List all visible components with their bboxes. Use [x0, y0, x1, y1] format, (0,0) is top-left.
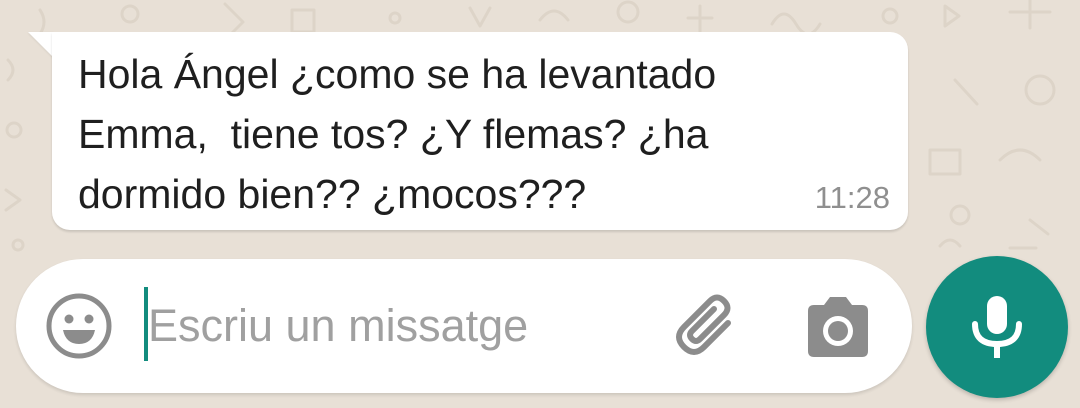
emoji-button[interactable] — [44, 291, 114, 361]
incoming-message-bubble[interactable]: Hola Ángel ¿como se ha levantado Emma, t… — [52, 32, 908, 230]
paperclip-icon — [676, 294, 731, 355]
message-bubble-tail — [28, 32, 54, 58]
message-composer[interactable]: Escriu un missatge — [16, 259, 912, 393]
voice-message-button[interactable] — [926, 256, 1068, 398]
camera-icon — [808, 297, 868, 357]
camera-button[interactable] — [802, 293, 874, 361]
microphone-icon — [972, 296, 1022, 358]
message-text: Hola Ángel ¿como se ha levantado Emma, t… — [78, 51, 717, 217]
emoji-icon — [46, 293, 112, 359]
message-timestamp: 11:28 — [814, 180, 890, 215]
attach-button[interactable] — [670, 291, 742, 363]
message-input[interactable]: Escriu un missatge — [148, 293, 528, 359]
